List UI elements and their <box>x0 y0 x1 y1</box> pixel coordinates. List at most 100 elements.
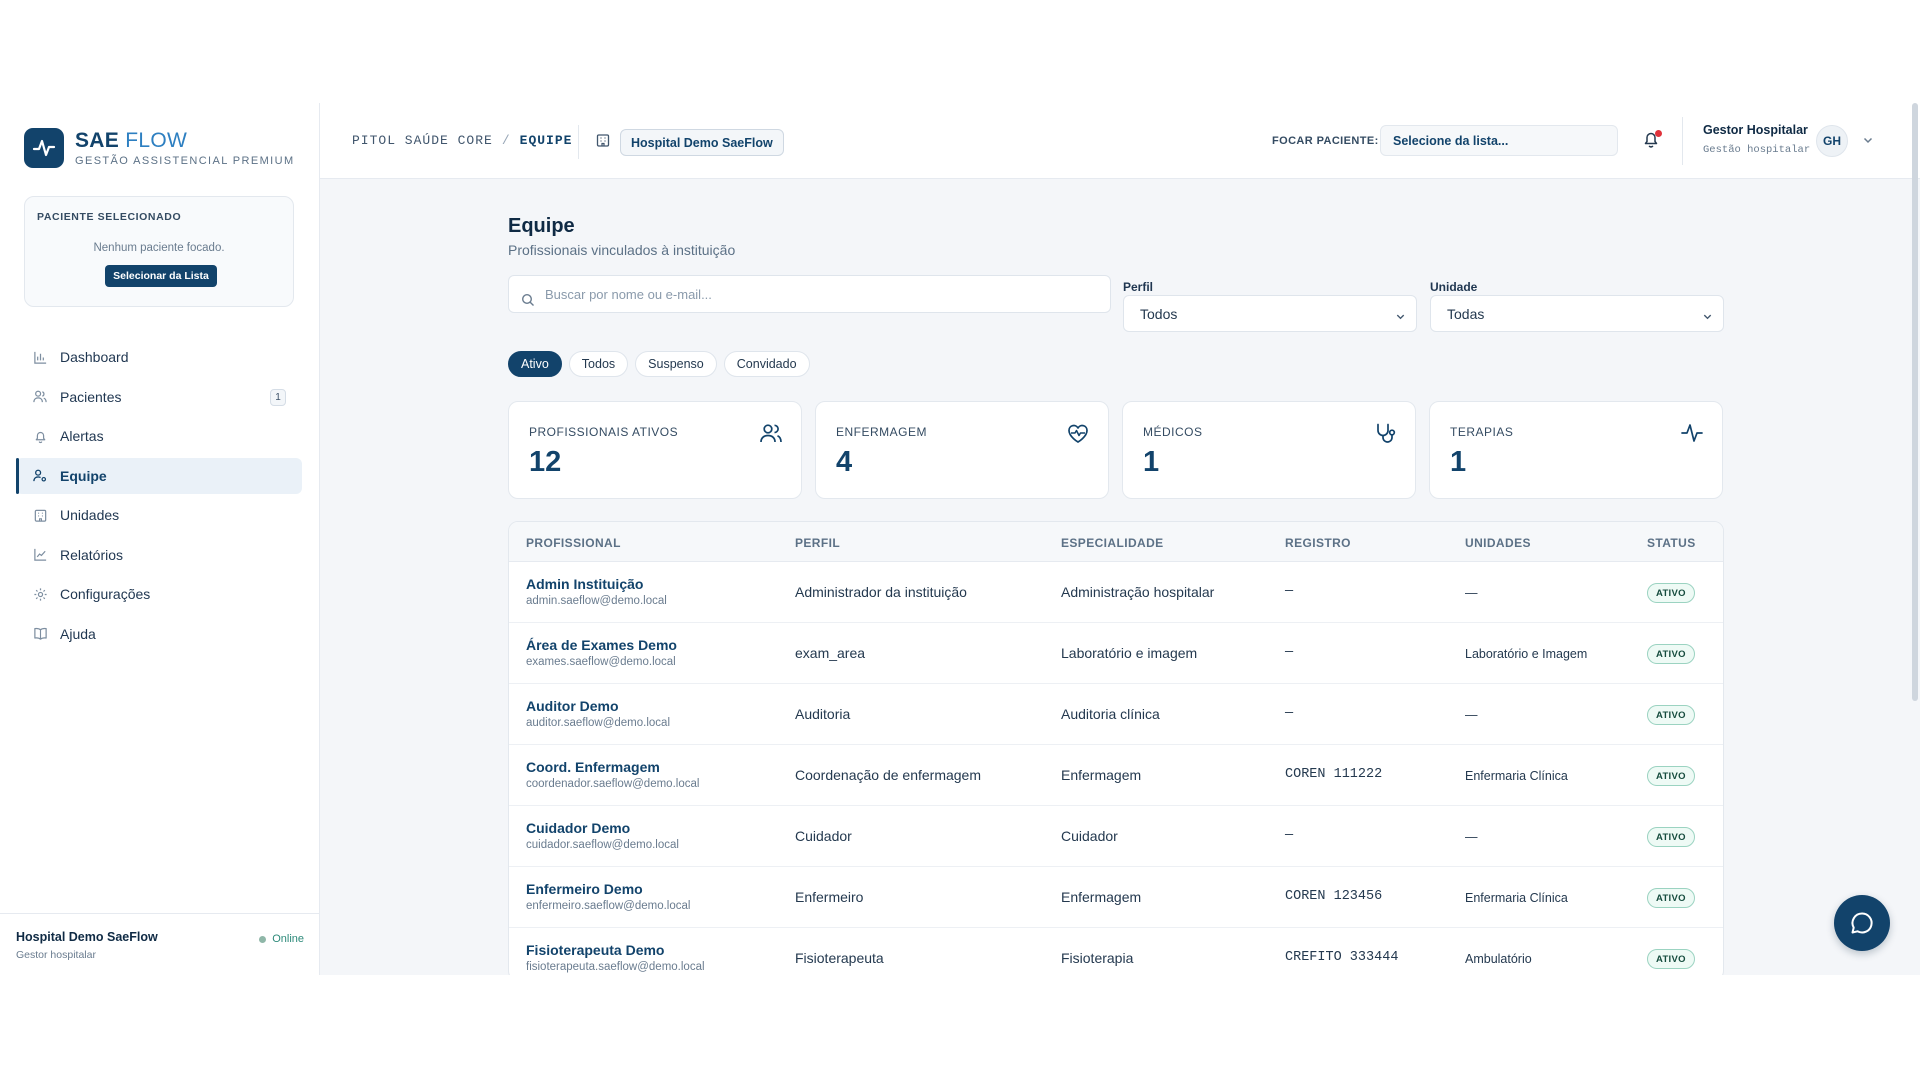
brand-logo-icon <box>24 128 64 168</box>
stat-label: TERAPIAS <box>1450 425 1514 439</box>
table-row[interactable]: Cuidador Demo cuidador.saeflow@demo.loca… <box>509 806 1723 867</box>
breadcrumb-root[interactable]: PITOL SAÚDE CORE <box>352 133 493 148</box>
stat-card-enfermagem: ENFERMAGEM 4 <box>815 401 1109 499</box>
professional-email: enfermeiro.saeflow@demo.local <box>526 900 691 912</box>
focus-patient-select[interactable]: Selecione da lista... <box>1380 125 1618 156</box>
table-row[interactable]: Coord. Enfermagem coordenador.saeflow@de… <box>509 745 1723 806</box>
stat-card-medicos: MÉDICOS 1 <box>1122 401 1416 499</box>
filter-perfil-value: Todos <box>1140 305 1178 322</box>
page-subtitle: Profissionais vinculados à instituição <box>508 242 736 258</box>
stat-value: 1 <box>1143 446 1160 478</box>
sidebar-item-label: Alertas <box>60 428 104 444</box>
column-header-especialidade[interactable]: ESPECIALIDADE <box>1061 536 1164 550</box>
specialty-cell: Enfermagem <box>1061 889 1142 905</box>
table-row[interactable]: Enfermeiro Demo enfermeiro.saeflow@demo.… <box>509 867 1723 928</box>
professional-email: admin.saeflow@demo.local <box>526 595 667 607</box>
institution-name: Hospital Demo SaeFlow <box>16 930 158 944</box>
registry-cell: — <box>1285 828 1294 843</box>
notifications-button[interactable] <box>1642 129 1662 151</box>
sidebar-footer: Hospital Demo SaeFlow Gestor hospitalar … <box>0 913 320 975</box>
registry-cell: — <box>1285 584 1294 599</box>
table-row[interactable]: Admin Instituição admin.saeflow@demo.loc… <box>509 562 1723 623</box>
specialty-cell: Laboratório e imagem <box>1061 645 1198 661</box>
units-cell: — <box>1465 708 1478 722</box>
chip-todos[interactable]: Todos <box>568 351 629 377</box>
hospital-selector[interactable]: Hospital Demo SaeFlow <box>620 129 784 156</box>
profile-cell: Administrador da instituição <box>795 584 967 600</box>
status-badge: ATIVO <box>1647 705 1695 725</box>
table-row[interactable]: Auditor Demo auditor.saeflow@demo.local … <box>509 684 1723 745</box>
user-role: Gestão hospitalar <box>1703 144 1811 156</box>
chip-ativo[interactable]: Ativo <box>508 351 562 377</box>
user-name[interactable]: Gestor Hospitalar <box>1703 123 1808 137</box>
professional-name: Fisioterapeuta Demo <box>526 942 665 958</box>
avatar[interactable]: GH <box>1816 125 1848 157</box>
stat-label: PROFISSIONAIS ATIVOS <box>529 425 679 439</box>
column-header-unidades[interactable]: UNIDADES <box>1465 536 1531 550</box>
heart-pulse-icon <box>1066 422 1090 449</box>
stat-card-profissionais: PROFISSIONAIS ATIVOS 12 <box>508 401 802 499</box>
bar-chart-icon <box>32 349 48 365</box>
filter-perfil-select[interactable]: Todos <box>1123 295 1417 332</box>
institution-role: Gestor hospitalar <box>16 949 96 961</box>
sidebar-item-label: Unidades <box>60 507 120 523</box>
registry-cell: COREN 123456 <box>1285 889 1383 904</box>
sidebar-item-configuracoes[interactable]: Configurações <box>16 576 302 612</box>
brand[interactable]: SAE FLOW GESTÃO ASSISTENCIAL PREMIUM <box>24 128 295 168</box>
column-header-perfil[interactable]: PERFIL <box>795 536 840 550</box>
filter-unidade-select[interactable]: Todas <box>1430 295 1724 332</box>
stat-value: 12 <box>529 446 562 478</box>
sidebar-item-label: Configurações <box>60 586 151 602</box>
table-header: PROFISSIONAL PERFIL ESPECIALIDADE REGIST… <box>509 522 1723 562</box>
select-from-list-button[interactable]: Selecionar da Lista <box>105 265 217 287</box>
breadcrumb-separator: / <box>501 133 511 148</box>
book-icon <box>32 626 48 642</box>
main-content: Equipe Profissionais vinculados à instit… <box>508 179 1726 975</box>
chat-button[interactable] <box>1834 895 1890 951</box>
sidebar-item-label: Pacientes <box>60 388 122 405</box>
sidebar-item-label: Dashboard <box>60 349 129 365</box>
units-cell: Enfermaria Clínica <box>1465 769 1568 783</box>
patients-count-badge: 1 <box>270 388 286 406</box>
hospital-building-icon <box>595 132 611 153</box>
professional-email: coordenador.saeflow@demo.local <box>526 778 700 790</box>
profile-cell: Coordenação de enfermagem <box>795 767 982 783</box>
table-row[interactable]: Fisioterapeuta Demo fisioterapeuta.saefl… <box>509 928 1723 975</box>
selected-patient-card: PACIENTE SELECIONADO Nenhum paciente foc… <box>24 196 294 307</box>
page-scrollbar[interactable] <box>1912 103 1918 701</box>
stat-value: 4 <box>836 446 853 478</box>
sidebar-item-ajuda[interactable]: Ajuda <box>16 616 302 652</box>
professional-email: auditor.saeflow@demo.local <box>526 717 671 729</box>
column-header-registro[interactable]: REGISTRO <box>1285 536 1351 550</box>
page-title: Equipe <box>508 215 575 237</box>
specialty-cell: Fisioterapia <box>1061 950 1134 966</box>
sidebar-item-alertas[interactable]: Alertas <box>16 418 302 454</box>
status-badge: ATIVO <box>1647 583 1695 603</box>
chip-suspenso[interactable]: Suspenso <box>635 351 717 377</box>
brand-name-bold: SAE <box>75 128 120 152</box>
stats-row: PROFISSIONAIS ATIVOS 12 ENFERMAGEM 4 MÉD… <box>508 401 1736 499</box>
sidebar-item-equipe[interactable]: Equipe <box>16 457 302 494</box>
building-icon <box>32 507 48 523</box>
sidebar-item-unidades[interactable]: Unidades <box>16 497 302 533</box>
professional-name: Coord. Enfermagem <box>526 759 660 775</box>
professional-name: Enfermeiro Demo <box>526 881 643 897</box>
notification-dot-icon <box>1655 130 1662 137</box>
specialty-cell: Administração hospitalar <box>1061 584 1215 600</box>
topbar-divider <box>1682 117 1683 165</box>
registry-cell: — <box>1285 645 1294 660</box>
sidebar-nav: Dashboard Pacientes 1 Alertas Equipe Uni… <box>16 339 302 655</box>
online-status-label: Online <box>272 933 304 945</box>
chevron-down-icon[interactable] <box>1862 133 1874 151</box>
profile-cell: Auditoria <box>795 706 851 722</box>
gear-icon <box>32 586 48 602</box>
sidebar-item-dashboard[interactable]: Dashboard <box>16 339 302 375</box>
column-header-status[interactable]: STATUS <box>1647 536 1696 550</box>
app-window: SAE FLOW GESTÃO ASSISTENCIAL PREMIUM PAC… <box>0 103 1920 975</box>
sidebar-item-relatorios[interactable]: Relatórios <box>16 537 302 573</box>
search-input[interactable] <box>545 284 1085 304</box>
chip-convidado[interactable]: Convidado <box>723 351 810 377</box>
table-row[interactable]: Área de Exames Demo exames.saeflow@demo.… <box>509 623 1723 684</box>
sidebar-item-pacientes[interactable]: Pacientes 1 <box>16 379 302 415</box>
column-header-profissional[interactable]: PROFISSIONAL <box>526 536 621 550</box>
